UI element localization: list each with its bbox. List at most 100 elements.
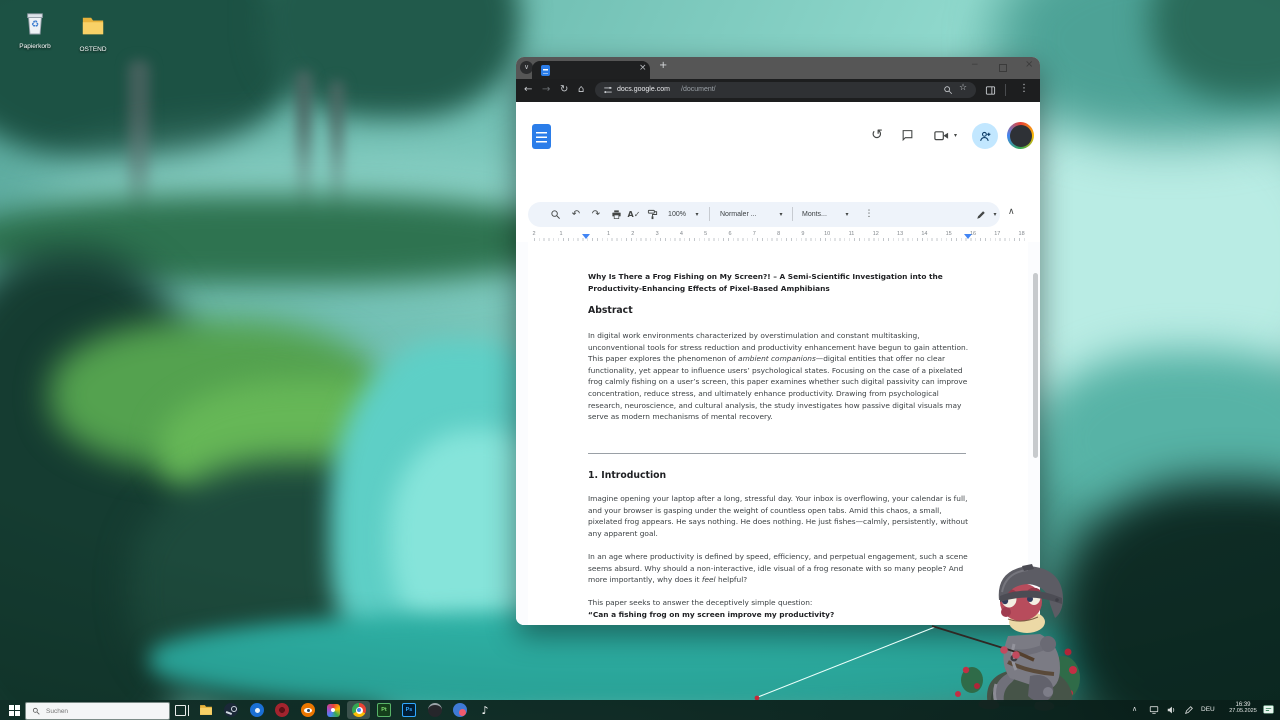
side-panel-icon[interactable]	[985, 85, 996, 96]
vertical-scrollbar[interactable]	[1033, 273, 1038, 458]
font-caret-icon[interactable]: ▾	[842, 202, 852, 227]
undo-icon[interactable]: ↶	[568, 202, 584, 227]
forward-icon[interactable]: →	[542, 85, 550, 95]
photos-icon	[327, 704, 340, 717]
window-minimize-button[interactable]: −	[971, 61, 979, 70]
left-indent-marker[interactable]	[582, 234, 590, 239]
tab-strip: ∨ × + − ×	[516, 57, 1040, 79]
taskbar-photos[interactable]	[325, 702, 341, 718]
taskbar-app-pt[interactable]: Pt	[376, 702, 392, 718]
fishing-line	[758, 627, 935, 697]
meet-caret-icon[interactable]: ▾	[954, 133, 957, 139]
google-docs-logo[interactable]	[532, 124, 551, 149]
docs-search-icon[interactable]	[546, 202, 564, 227]
clock-date: 27.05.2025	[1226, 708, 1260, 714]
taskbar-search-box[interactable]	[25, 702, 170, 720]
taskbar-app-blue[interactable]	[249, 702, 265, 718]
meet-video-icon[interactable]	[934, 130, 949, 142]
task-view-button[interactable]	[174, 702, 190, 718]
taskbar-blender[interactable]	[300, 702, 316, 718]
reload-icon[interactable]: ↻	[560, 85, 568, 95]
wallpaper-tree-canopy	[1150, 0, 1280, 100]
right-indent-marker[interactable]	[964, 234, 972, 239]
display-tray-icon[interactable]	[1148, 705, 1160, 715]
frog-fishing-pet	[700, 555, 1080, 720]
taskbar-chrome-active[interactable]	[351, 702, 367, 718]
wallpaper-cliff-shadow	[130, 460, 470, 720]
desktop-icon-recycle-bin[interactable]: ♻ Papierkorb	[11, 10, 59, 50]
notification-center-icon[interactable]	[1262, 704, 1275, 716]
browser-menu-icon[interactable]: ⋮	[1019, 84, 1029, 94]
zoom-caret-icon[interactable]: ▾	[692, 202, 702, 227]
browser-toolbar: ← → ↻ ⌂ docs.google.com /document/ ☆ ⋮	[516, 79, 1040, 102]
taskbar-file-explorer[interactable]	[198, 702, 214, 718]
comments-icon[interactable]	[901, 129, 914, 142]
taskbar-app-red[interactable]	[274, 702, 290, 718]
red-app-icon	[275, 703, 289, 717]
tray-chevron-icon[interactable]: ∧	[1132, 706, 1137, 713]
keyboard-language[interactable]: DEU	[1201, 706, 1215, 713]
steam-icon	[224, 703, 238, 717]
frog-hand	[1000, 646, 1008, 654]
window-close-button[interactable]: ×	[1025, 60, 1033, 70]
desktop-icon-ostend-folder[interactable]: OSTEND	[69, 10, 117, 53]
taskbar-steam[interactable]	[223, 702, 239, 718]
recycle-symbol-icon: ♻	[31, 21, 39, 30]
paint-format-icon[interactable]	[644, 202, 660, 227]
taskbar: Pt Ps ♪ ∧ DEU 16:39 27.05.2025	[0, 700, 1280, 720]
wallpaper-tree-trunk	[296, 70, 312, 240]
wallpaper-tree-trunk	[128, 60, 150, 250]
wallpaper-tree-trunk	[330, 80, 344, 230]
doc-intro-heading: 1. Introduction	[588, 470, 969, 482]
bookmark-star-icon[interactable]: ☆	[959, 84, 967, 93]
styles-caret-icon[interactable]: ▾	[776, 202, 786, 227]
taskbar-app-circle[interactable]	[452, 702, 468, 718]
toolbar-divider	[1005, 84, 1006, 96]
browser-window: ∨ × + − × ← → ↻ ⌂ docs.google.com /docum…	[516, 57, 1040, 625]
start-button[interactable]	[6, 702, 22, 718]
wallpaper-dark-foliage	[0, 250, 220, 720]
windows-logo-icon	[9, 705, 20, 716]
tab-close-icon[interactable]: ×	[639, 64, 647, 73]
task-view-icon	[175, 705, 186, 716]
redo-icon[interactable]: ↷	[588, 202, 604, 227]
wallpaper-grass	[0, 195, 580, 285]
search-input[interactable]	[44, 707, 158, 716]
home-icon[interactable]: ⌂	[578, 85, 584, 95]
window-maximize-button[interactable]	[999, 64, 1007, 72]
folder-icon	[81, 13, 105, 39]
zoom-select[interactable]: 100%	[664, 202, 690, 227]
wallpaper-tree-canopy	[260, 0, 520, 120]
doc-abstract-paragraph: In digital work environments characteriz…	[588, 330, 969, 423]
wallpaper-moss-cliff	[50, 320, 380, 470]
desktop-icon-label: OSTEND	[69, 46, 117, 53]
desktop-icon-label: Papierkorb	[11, 43, 59, 50]
file-explorer-icon	[199, 704, 213, 716]
mode-caret-icon[interactable]: ▾	[990, 202, 1000, 227]
print-icon[interactable]	[608, 202, 624, 227]
speaker-icon[interactable]	[1166, 705, 1177, 715]
share-button[interactable]	[972, 123, 998, 149]
font-select[interactable]: Monts...	[802, 202, 842, 227]
new-tab-button[interactable]: +	[659, 61, 667, 71]
toolbar-separator	[709, 207, 710, 221]
zoom-icon[interactable]	[943, 85, 953, 95]
frog-hand	[1012, 651, 1020, 659]
version-history-icon[interactable]: ↺	[868, 126, 886, 144]
editing-mode-pencil-icon[interactable]	[974, 202, 988, 227]
taskbar-app-dark[interactable]	[427, 702, 443, 718]
pen-tray-icon[interactable]	[1184, 705, 1194, 715]
taskbar-clock[interactable]: 16:39 27.05.2025	[1226, 702, 1260, 714]
collapse-toolbar-icon[interactable]: ∧	[1008, 208, 1015, 217]
paragraph-style-select[interactable]: Normaler ...	[720, 202, 772, 227]
active-tab[interactable]: ×	[532, 61, 650, 79]
back-icon[interactable]: ←	[524, 85, 532, 95]
address-bar[interactable]: docs.google.com /document/ ☆	[595, 82, 976, 98]
taskbar-music-app[interactable]: ♪	[477, 702, 493, 718]
search-icon	[32, 707, 40, 715]
spellcheck-icon[interactable]: A✓	[626, 202, 642, 227]
taskbar-photoshop[interactable]: Ps	[401, 702, 417, 718]
toolbar-overflow-icon[interactable]: ⋮	[862, 202, 876, 227]
doc-abstract-heading: Abstract	[588, 305, 969, 317]
profile-avatar[interactable]	[1007, 122, 1034, 149]
